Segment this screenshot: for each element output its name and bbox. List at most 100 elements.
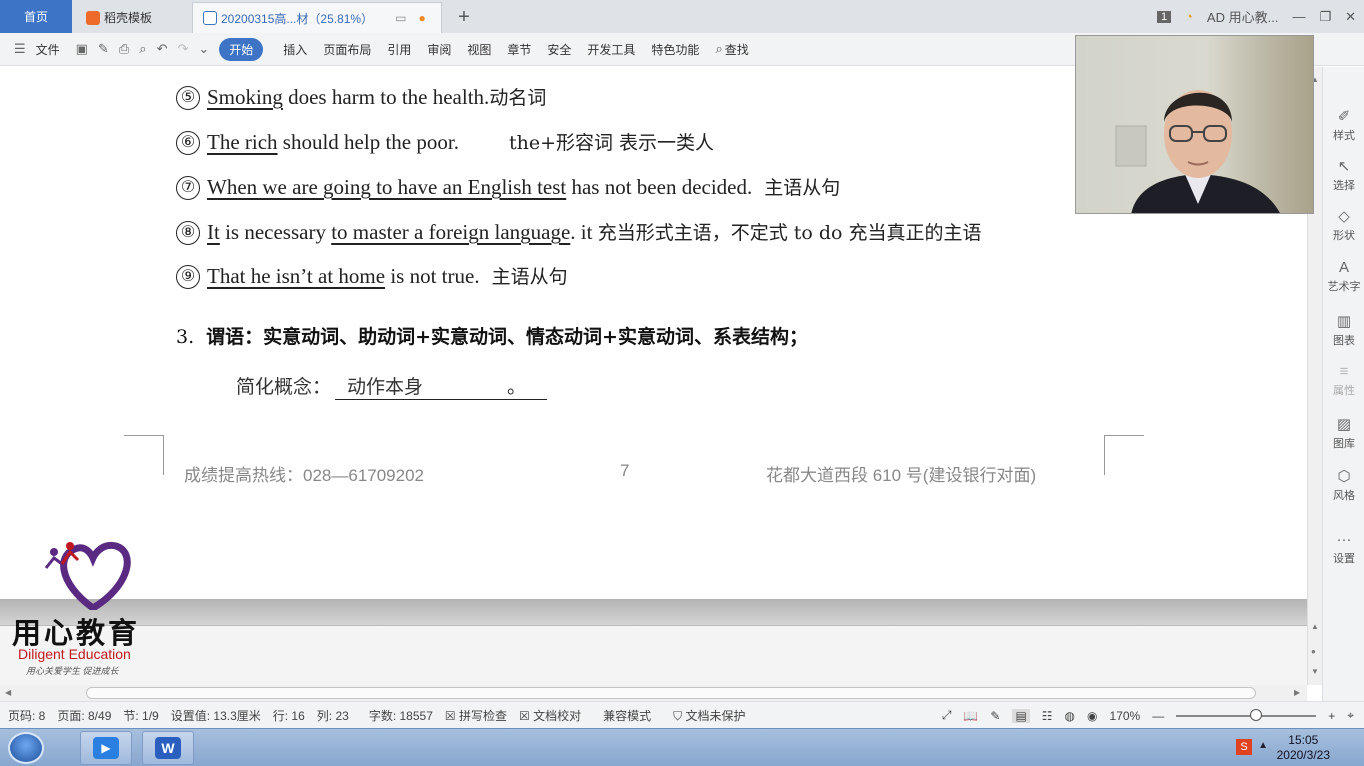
tab-review[interactable]: 审阅 [427, 41, 451, 58]
image-library-icon: ▨ [1336, 416, 1352, 433]
status-column[interactable]: 列: 23 [317, 707, 349, 724]
scroll-right-icon[interactable]: ▶ [1294, 688, 1300, 697]
presenter-video-image [1115, 90, 1280, 213]
page-view-icon[interactable]: ▤ [1012, 708, 1030, 723]
reading-view-icon[interactable]: 📖 [963, 709, 978, 723]
edit-view-icon[interactable]: ✎ [990, 709, 1000, 723]
user-name[interactable]: AD 用心教... [1207, 7, 1279, 26]
eye-protect-icon[interactable]: ◉ [1087, 709, 1097, 723]
window-count-badge[interactable]: 1 [1156, 10, 1172, 23]
web-view-icon[interactable]: ◍ [1065, 709, 1075, 723]
print-icon[interactable]: ⎙ [119, 41, 129, 57]
section-number: 3. [176, 326, 195, 348]
fullscreen-icon[interactable]: ⤢ [942, 708, 952, 723]
panel-select[interactable]: ↖ 选择 [1323, 157, 1364, 193]
menu-icon[interactable]: ☰ [14, 41, 26, 57]
item-number: ⑥ [176, 131, 200, 155]
zoom-out-icon[interactable]: — [1152, 709, 1164, 723]
taskbar-wps-writer[interactable]: W [142, 731, 194, 765]
status-section[interactable]: 节: 1/9 [123, 707, 158, 724]
close-icon[interactable]: ✕ [1345, 9, 1356, 25]
tab-dev-tools[interactable]: 开发工具 [587, 41, 635, 58]
concept-line: 简化概念： 动作本身 。 [236, 372, 548, 400]
windows-start-button[interactable] [8, 732, 44, 764]
tab-view[interactable]: 视图 [467, 41, 491, 58]
zoom-slider[interactable] [1176, 708, 1317, 721]
status-setting-value[interactable]: 设置值: 13.3厘米 [171, 707, 261, 724]
taskbar-video-app[interactable]: ▶ [80, 731, 132, 765]
monitor-icon[interactable]: ▭ [395, 11, 406, 25]
save-icon[interactable]: ▣ [76, 41, 88, 57]
undo-icon[interactable]: ↶ [157, 41, 168, 57]
panel-select-label: 选择 [1333, 180, 1355, 192]
item-number: ⑤ [176, 86, 200, 110]
panel-shape[interactable]: ◇ 形状 [1323, 207, 1364, 243]
item-number: ⑦ [176, 176, 200, 200]
next-page-top[interactable] [0, 625, 1307, 685]
shape-icon: ◇ [1338, 208, 1350, 225]
panel-settings[interactable]: ··· 设置 [1323, 531, 1364, 566]
sentence-text: does harm to the health. [282, 85, 490, 109]
search-button[interactable]: 查找 [725, 41, 749, 58]
window-controls: 1 ◔ AD 用心教... — ❐ ✕ [1156, 0, 1356, 33]
horizontal-scrollbar[interactable]: ◀ ▶ [0, 685, 1307, 701]
redo-icon[interactable]: ↷ [177, 41, 188, 57]
heart-logo-icon [44, 541, 131, 610]
panel-library[interactable]: ▨ 图库 [1323, 415, 1364, 451]
panel-property[interactable]: ≡ 属性 [1323, 363, 1364, 398]
menu-file[interactable]: 文件 [36, 41, 60, 58]
horizontal-scroll-thumb[interactable] [86, 687, 1256, 699]
tab-reference[interactable]: 引用 [387, 41, 411, 58]
spell-check-button[interactable]: ☒ 拼写检查 [445, 707, 507, 724]
tab-security[interactable]: 安全 [547, 41, 571, 58]
property-icon: ≡ [1339, 363, 1349, 380]
system-clock[interactable]: 15:05 2020/3/23 [1277, 733, 1330, 763]
shield-icon: ⛉ [673, 708, 686, 723]
next-page-icon[interactable]: ▼ [1311, 667, 1319, 676]
prev-page-icon[interactable]: ▲ [1311, 622, 1319, 631]
sentence-text: . it [570, 220, 598, 244]
panel-theme[interactable]: ⬡ 风格 [1323, 467, 1364, 503]
crop-mark-left [124, 435, 164, 475]
unsaved-dot-icon: ● [418, 11, 426, 25]
tab-home[interactable]: 首页 [0, 0, 72, 33]
print-preview-icon[interactable]: ⌕ [139, 41, 146, 57]
tab-features[interactable]: 特色功能 [651, 41, 699, 58]
style-icon: ✐ [1337, 108, 1351, 125]
restore-icon[interactable]: ❐ [1319, 9, 1331, 25]
proofread-button[interactable]: ☒ 文档校对 [519, 707, 581, 724]
quick-access-dropdown-icon[interactable]: ⌄ [198, 41, 209, 57]
outline-view-icon[interactable]: ☷ [1042, 709, 1053, 723]
panel-style[interactable]: ✐ 样式 [1323, 107, 1364, 143]
status-page-number[interactable]: 页码: 8 [8, 707, 45, 724]
zoom-slider-knob[interactable] [1250, 708, 1263, 721]
settings-icon[interactable]: ⌖ [1347, 708, 1354, 723]
protect-button[interactable]: ⛉ 文档未保护 [673, 707, 745, 724]
tab-insert[interactable]: 插入 [283, 41, 307, 58]
status-row[interactable]: 行: 16 [273, 707, 305, 724]
input-method-icon[interactable]: S [1236, 739, 1252, 755]
tray-expand-icon[interactable]: ▲ [1258, 740, 1268, 751]
concept-answer-blank: 动作本身 。 [335, 372, 548, 400]
sentence-9: ⑨ That he isn’t at home is not true. 主语从句 [176, 262, 568, 289]
status-pages[interactable]: 页面: 8/49 [57, 707, 111, 724]
minimize-icon[interactable]: — [1292, 9, 1305, 24]
tab-template[interactable]: 稻壳模板 [76, 2, 188, 33]
tab-start[interactable]: 开始 [219, 37, 264, 61]
wps-account-icon[interactable]: ◔ [1185, 9, 1193, 24]
panel-art-text[interactable]: A 艺术字 [1323, 259, 1364, 294]
panel-chart[interactable]: ▥ 图表 [1323, 312, 1364, 348]
format-painter-icon[interactable]: ✎ [98, 41, 109, 57]
search-icon[interactable]: ⌕ [715, 41, 722, 57]
status-word-count[interactable]: 字数: 18557 [369, 707, 433, 724]
zoom-level[interactable]: 170% [1110, 709, 1141, 723]
item-number: ⑨ [176, 265, 200, 289]
clock-date: 2020/3/23 [1276, 748, 1330, 762]
new-tab-button[interactable]: + [452, 2, 476, 33]
select-browse-icon[interactable]: ● [1311, 647, 1316, 656]
tab-page-layout[interactable]: 页面布局 [323, 41, 371, 58]
tab-section[interactable]: 章节 [507, 41, 531, 58]
tab-document[interactable]: 20200315高...材（25.81%） ▭ ● [192, 2, 442, 33]
scroll-left-icon[interactable]: ◀ [5, 688, 11, 697]
zoom-in-icon[interactable]: + [1328, 709, 1335, 723]
